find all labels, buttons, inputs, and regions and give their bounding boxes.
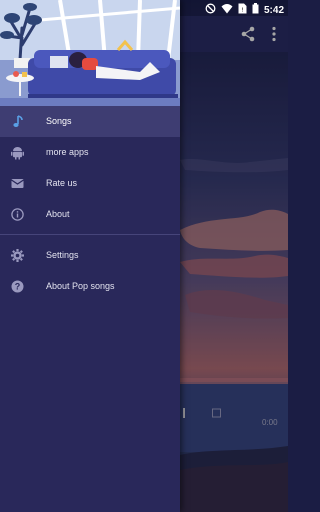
wifi-icon <box>221 1 233 19</box>
gear-icon <box>10 248 25 263</box>
drawer-item-about-pop-songs[interactable]: ? About Pop songs <box>0 271 180 302</box>
email-icon <box>10 176 25 191</box>
drawer-item-label: Songs <box>46 116 72 126</box>
blocked-icon <box>205 1 216 19</box>
status-bar: ! 5:42 <box>0 0 288 16</box>
drawer-item-settings[interactable]: Settings <box>0 240 180 271</box>
android-icon <box>10 145 25 160</box>
battery-icon <box>252 1 259 19</box>
drawer-divider <box>0 234 180 235</box>
drawer-item-about[interactable]: About <box>0 199 180 230</box>
drawer-item-rate-us[interactable]: Rate us <box>0 168 180 199</box>
drawer-menu: Songs more apps Rate us About Settings ?… <box>0 106 180 302</box>
drawer-item-label: Rate us <box>46 178 78 188</box>
navigation-drawer: Songs more apps Rate us About Settings ?… <box>0 0 180 512</box>
drawer-item-label: About Pop songs <box>46 281 115 291</box>
status-time: 5:42 <box>263 4 284 16</box>
drawer-item-label: more apps <box>46 147 89 157</box>
music-note-icon <box>10 114 25 129</box>
drawer-item-songs[interactable]: Songs <box>0 106 180 137</box>
drawer-scrim[interactable] <box>180 0 288 512</box>
drawer-item-label: Settings <box>46 250 79 260</box>
sim-icon: ! <box>238 1 247 19</box>
drawer-item-more-apps[interactable]: more apps <box>0 137 180 168</box>
info-icon <box>10 207 25 222</box>
drawer-item-label: About <box>46 209 70 219</box>
help-icon: ? <box>10 279 25 294</box>
svg-text:?: ? <box>15 282 21 292</box>
